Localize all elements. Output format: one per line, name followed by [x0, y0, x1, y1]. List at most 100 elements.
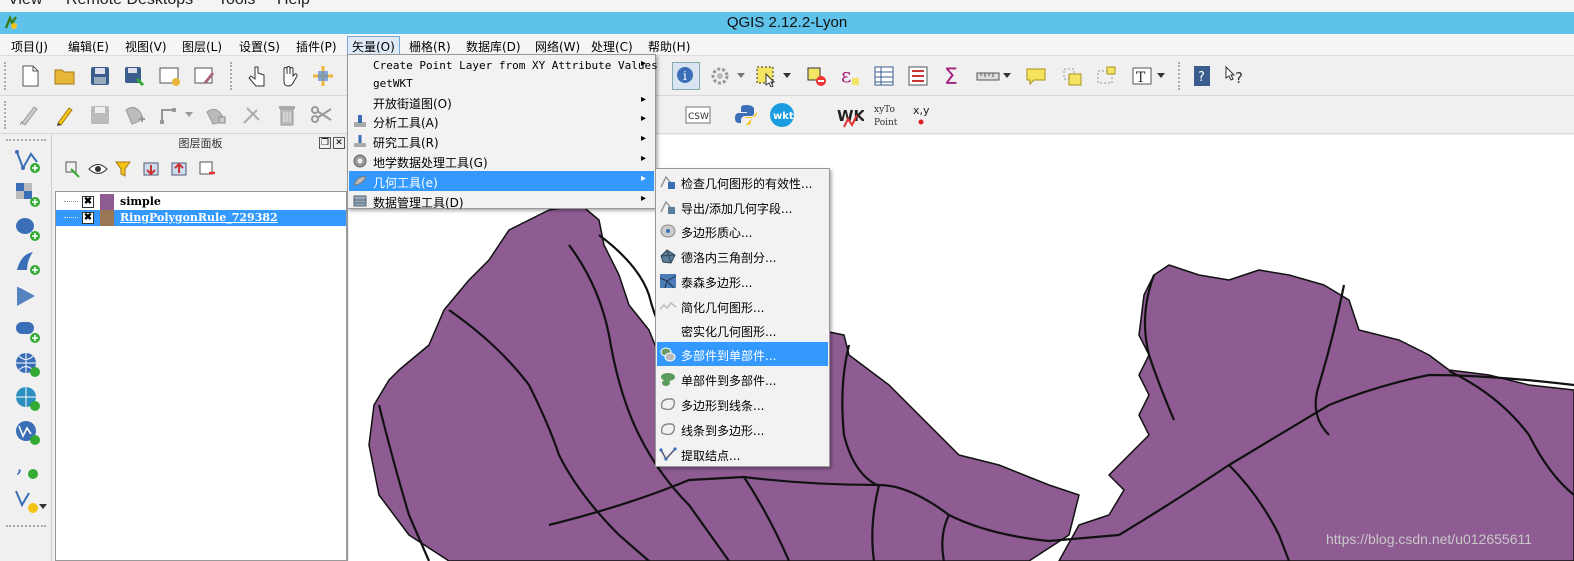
chevron-down-icon[interactable]: [182, 101, 196, 129]
chevron-down-icon[interactable]: [734, 62, 748, 90]
geom-extract-nodes[interactable]: 提取结点...: [657, 442, 828, 466]
toolbar-grip[interactable]: [230, 62, 234, 90]
add-postgis-layer-icon[interactable]: [12, 213, 42, 243]
save-as-icon[interactable]: [121, 62, 149, 90]
composer-manager-icon[interactable]: [191, 62, 219, 90]
geom-densify[interactable]: 密实化几何图形...: [657, 318, 828, 342]
chevron-down-icon[interactable]: [1000, 62, 1014, 90]
vector-menu-data-management-tools[interactable]: 数据管理工具(D) ▸: [349, 191, 654, 211]
menu-processing[interactable]: 处理(C): [591, 38, 633, 55]
menu-help[interactable]: 帮助(H): [648, 38, 690, 55]
close-icon[interactable]: ✕: [333, 137, 345, 149]
toggle-editing-pencil-icon[interactable]: [51, 101, 79, 129]
add-oracle-layer-icon[interactable]: [12, 315, 42, 345]
collapse-all-icon[interactable]: [165, 155, 193, 183]
cut-features-scissors-icon[interactable]: [308, 101, 336, 129]
map-tips-icon[interactable]: [1022, 62, 1050, 90]
vector-menu-create-point-layer[interactable]: Create Point Layer from XY Attribute Val…: [349, 56, 658, 76]
whats-this-icon[interactable]: ?: [1222, 62, 1250, 90]
toolbar-grip[interactable]: [6, 139, 46, 143]
chevron-down-icon[interactable]: [36, 493, 50, 521]
chevron-down-icon[interactable]: [780, 62, 794, 90]
node-tool-icon[interactable]: [202, 101, 230, 129]
field-calculator-icon[interactable]: [904, 62, 932, 90]
menu-web[interactable]: 网络(W): [535, 38, 580, 55]
show-bookmarks-icon[interactable]: [1092, 62, 1120, 90]
identify-features-icon[interactable]: i: [672, 62, 700, 90]
add-mssql-layer-icon[interactable]: [12, 281, 42, 311]
action-gear-icon[interactable]: [706, 62, 734, 90]
vector-menu-research-tools[interactable]: 研究工具(R) ▸: [349, 131, 654, 151]
layer-item-ringpolygonrule[interactable]: ✖ RingPolygonRule_729382: [56, 210, 346, 226]
node-editor-icon[interactable]: [238, 101, 266, 129]
wkt-editor-icon[interactable]: WKT: [836, 101, 864, 129]
add-raster-layer-icon[interactable]: [12, 179, 42, 209]
toolbar-grip[interactable]: [4, 101, 8, 129]
new-print-composer-icon[interactable]: [156, 62, 184, 90]
select-features-icon[interactable]: [752, 62, 780, 90]
filter-legend-icon[interactable]: [109, 155, 137, 183]
expand-all-icon[interactable]: [137, 155, 165, 183]
vector-menu-geometry-tools[interactable]: 几何工具(e) ▸: [349, 171, 654, 191]
pan-to-selection-icon[interactable]: [309, 62, 337, 90]
menu-raster[interactable]: 栅格(R): [409, 38, 451, 55]
add-spatialite-layer-icon[interactable]: [12, 247, 42, 277]
geom-multipart-to-singlepart[interactable]: 多部件到单部件...: [657, 342, 828, 366]
pan-hand-icon[interactable]: [275, 62, 303, 90]
remote-menu-help[interactable]: Help: [277, 0, 310, 9]
current-edits-icon[interactable]: [16, 101, 44, 129]
geom-delaunay[interactable]: 德洛内三角剖分...: [657, 244, 828, 268]
save-project-icon[interactable]: [86, 62, 114, 90]
help-contents-icon[interactable]: ?: [1188, 62, 1216, 90]
attribute-table-icon[interactable]: [870, 62, 898, 90]
layer-symbol-swatch[interactable]: [100, 194, 114, 210]
remote-menu-remote-desktops[interactable]: Remote Desktops: [66, 0, 193, 9]
new-project-icon[interactable]: [16, 62, 44, 90]
geom-lines-to-polygons[interactable]: 线条到多边形...: [657, 417, 828, 441]
add-delimited-text-icon[interactable]: ,: [12, 451, 42, 481]
add-wcs-layer-icon[interactable]: [12, 383, 42, 413]
geom-voronoi[interactable]: 泰森多边形...: [657, 269, 828, 293]
python-console-icon[interactable]: [732, 101, 760, 129]
menu-settings[interactable]: 设置(S): [239, 38, 280, 55]
select-by-expression-icon[interactable]: ε: [836, 62, 864, 90]
layer-item-simple[interactable]: ✖ simple: [56, 194, 346, 210]
move-feature-icon[interactable]: [156, 101, 184, 129]
layer-visibility-checkbox[interactable]: ✖: [82, 212, 94, 224]
add-vector-layer-icon[interactable]: [12, 145, 42, 175]
add-feature-icon[interactable]: [121, 101, 149, 129]
geom-simplify[interactable]: 简化几何图形...: [657, 294, 828, 318]
vector-menu-openstreetmap[interactable]: 开放街道图(O) ▸: [349, 92, 654, 112]
chevron-down-icon[interactable]: [1154, 62, 1168, 90]
touch-zoom-icon[interactable]: [242, 62, 270, 90]
save-edits-icon[interactable]: [86, 101, 114, 129]
delete-selected-trash-icon[interactable]: [273, 101, 301, 129]
statistics-sigma-icon[interactable]: Σ: [938, 62, 966, 90]
geom-polygons-to-lines[interactable]: 多边形到线条...: [657, 392, 828, 416]
layer-visibility-checkbox[interactable]: ✖: [82, 196, 94, 208]
geom-singlepart-to-multipart[interactable]: 单部件到多部件...: [657, 367, 828, 391]
remove-layer-icon[interactable]: [193, 155, 221, 183]
new-bookmark-icon[interactable]: [1058, 62, 1086, 90]
geom-polygon-centroids[interactable]: 多边形质心...: [657, 219, 828, 243]
add-group-icon[interactable]: [59, 155, 87, 183]
add-wms-layer-icon[interactable]: [12, 349, 42, 379]
menu-edit[interactable]: 编辑(E): [68, 38, 109, 55]
measure-ruler-icon[interactable]: [974, 62, 1002, 90]
menu-project[interactable]: 项目(J): [11, 38, 48, 55]
menu-layer[interactable]: 图层(L): [182, 38, 222, 55]
layer-symbol-swatch[interactable]: [100, 210, 114, 226]
menu-plugins[interactable]: 插件(P): [296, 38, 337, 55]
xy-coordinate-icon[interactable]: x,y: [908, 101, 936, 129]
vector-menu-geoprocessing-tools[interactable]: 地学数据处理工具(G) ▸: [349, 151, 654, 171]
undock-icon[interactable]: ❐: [319, 137, 331, 149]
open-project-icon[interactable]: [51, 62, 79, 90]
toolbar-grip[interactable]: [6, 525, 46, 529]
text-annotation-icon[interactable]: T: [1128, 62, 1156, 90]
remote-menu-tools[interactable]: Tools: [218, 0, 255, 9]
deselect-features-icon[interactable]: [802, 62, 830, 90]
wkt-plugin-icon[interactable]: wkt: [768, 101, 796, 129]
geom-export-add-fields[interactable]: 导出/添加几何字段...: [657, 195, 828, 219]
xyto-point-icon[interactable]: xyTo Point: [868, 99, 904, 131]
add-wfs-layer-icon[interactable]: [12, 417, 42, 447]
